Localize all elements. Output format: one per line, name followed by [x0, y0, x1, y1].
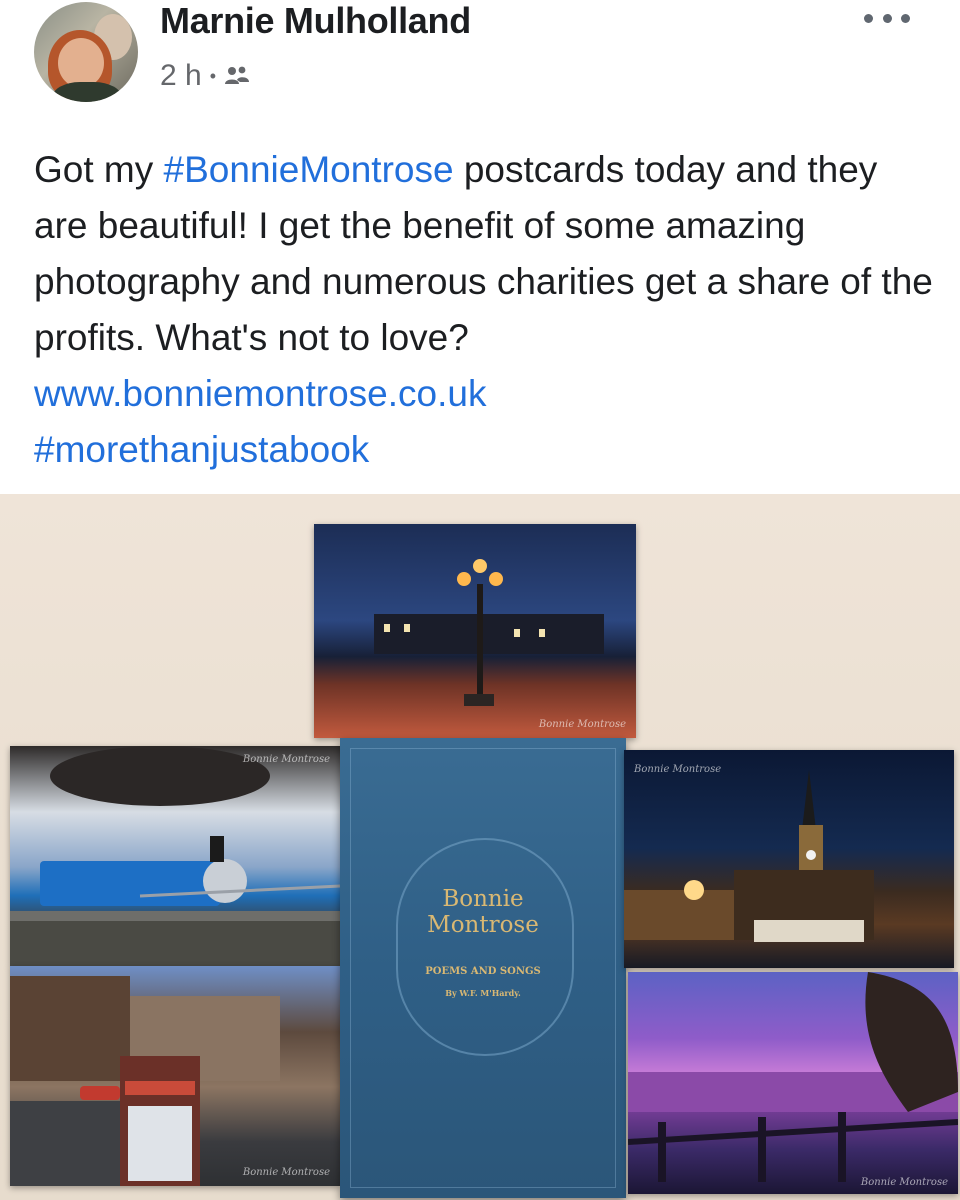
- author-name[interactable]: Marnie Mulholland: [160, 0, 471, 42]
- street-scene: [10, 976, 280, 1186]
- tower-scene: [624, 770, 874, 942]
- friends-icon[interactable]: [224, 65, 250, 87]
- watermark: Bonnie Montrose: [538, 719, 626, 730]
- post-text: Got my #BonnieMontrose postcards today a…: [34, 142, 934, 478]
- postcard-street: Bonnie Montrose: [10, 966, 340, 1186]
- train-scene: [10, 746, 340, 966]
- book-emblem: [396, 838, 574, 1056]
- postcard-train: Bonnie Montrose: [10, 746, 340, 966]
- book-title-line2: Montrose: [427, 912, 539, 938]
- postcard-sea: Bonnie Montrose: [628, 972, 958, 1194]
- website-link[interactable]: www.bonniemontrose.co.uk: [34, 373, 486, 414]
- book-cover: Bonnie Montrose POEMS AND SONGS By W.F. …: [340, 738, 626, 1198]
- sea-scene: [628, 972, 958, 1182]
- book-title: Bonnie Montrose: [340, 886, 626, 938]
- post-timestamp[interactable]: 2 h: [160, 59, 202, 93]
- post-photo[interactable]: Bonnie Montrose Bonnie Montrose Bonnie M…: [0, 494, 960, 1200]
- avatar[interactable]: [34, 2, 138, 102]
- post-text-part1: Got my: [34, 149, 164, 190]
- more-horizontal-icon[interactable]: [864, 8, 910, 28]
- watermark: Bonnie Montrose: [860, 1177, 948, 1188]
- avatar-face: [58, 38, 104, 88]
- postcard-lamp: Bonnie Montrose: [314, 524, 636, 738]
- lamp-scene: [374, 559, 604, 706]
- hashtag-morethanjustabook[interactable]: #morethanjustabook: [34, 429, 369, 470]
- avatar-shirt: [52, 82, 122, 102]
- post-header: Marnie Mulholland 2 h •: [0, 0, 960, 120]
- watermark: Bonnie Montrose: [242, 754, 330, 765]
- meta-separator: •: [209, 65, 217, 86]
- book-author: By W.F. M'Hardy.: [445, 988, 521, 998]
- post-meta: 2 h •: [160, 58, 250, 94]
- book-subtitle: POEMS AND SONGS: [425, 966, 541, 977]
- hashtag-bonniemontrose[interactable]: #BonnieMontrose: [164, 149, 454, 190]
- book-title-line1: Bonnie: [442, 886, 524, 912]
- watermark: Bonnie Montrose: [242, 1167, 330, 1178]
- postcard-tower: Bonnie Montrose: [624, 750, 954, 968]
- watermark: Bonnie Montrose: [634, 764, 722, 775]
